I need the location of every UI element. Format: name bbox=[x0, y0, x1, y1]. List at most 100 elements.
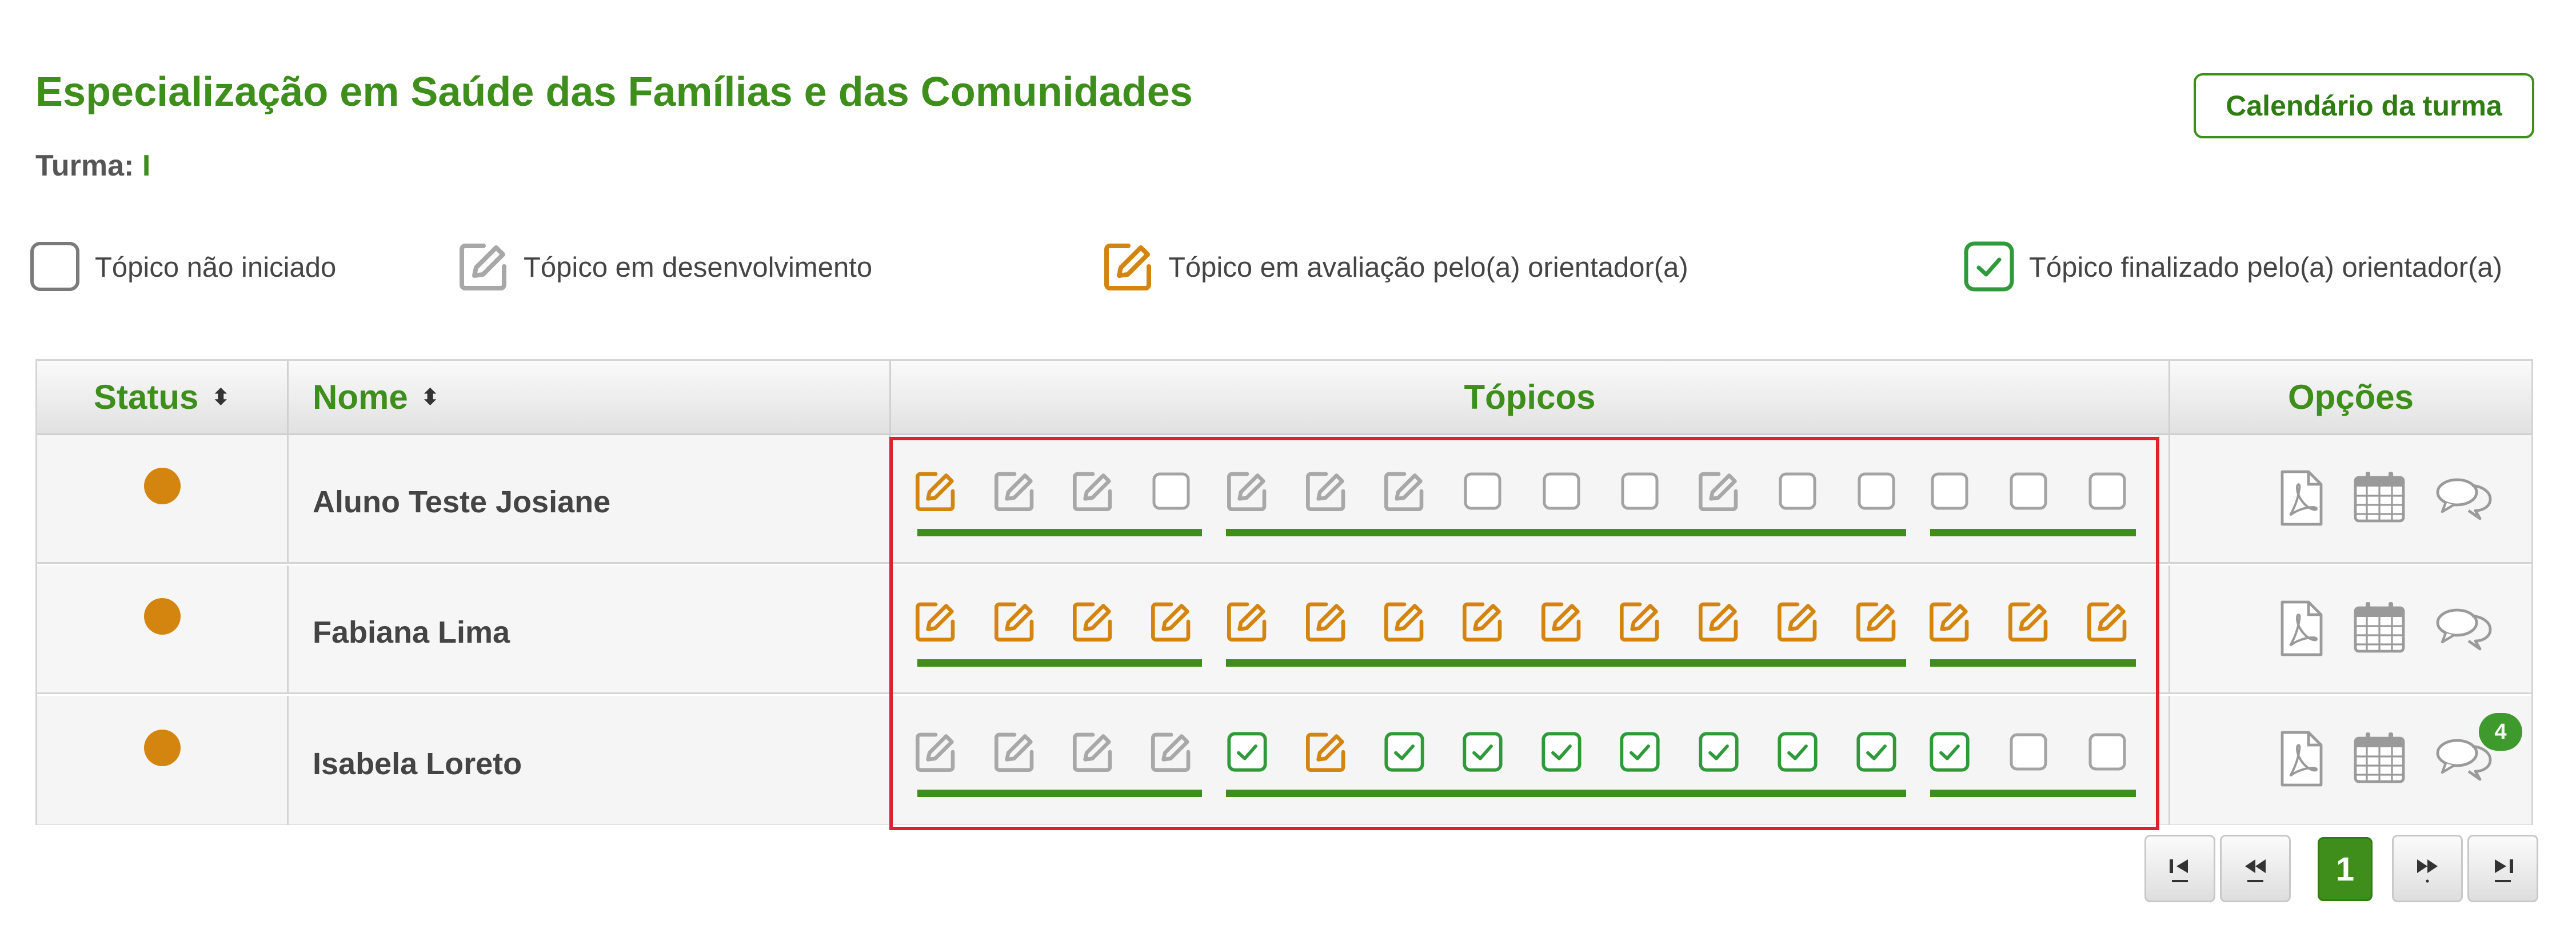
edit-orange-icon[interactable] bbox=[1775, 599, 1820, 644]
edit-orange-icon[interactable] bbox=[1854, 599, 1899, 644]
edit-orange-icon[interactable] bbox=[1927, 599, 1972, 644]
module-progress-bar bbox=[917, 659, 1202, 667]
header-topics: Tópicos bbox=[891, 361, 2170, 433]
page-title: Especialização em Saúde das Famílias e d… bbox=[35, 69, 1193, 115]
legend-item-finished: Tópico finalizado pelo(a) orientador(a) bbox=[1962, 239, 2502, 296]
edit-orange-icon[interactable] bbox=[1617, 599, 1663, 644]
empty-checkbox-icon[interactable] bbox=[1539, 468, 1584, 514]
chat-icon[interactable] bbox=[2434, 606, 2494, 651]
first-page-button[interactable] bbox=[2144, 835, 2215, 902]
edit-orange-icon[interactable] bbox=[1148, 599, 1194, 644]
edit-gray-icon bbox=[456, 239, 511, 297]
students-table: Status ⬍ Nome ⬍ Tópicos Opções Aluno Tes… bbox=[35, 359, 2533, 825]
sort-icon[interactable]: ⬍ bbox=[421, 384, 440, 411]
edit-orange-icon[interactable] bbox=[913, 468, 958, 514]
pdf-icon[interactable] bbox=[2275, 600, 2328, 658]
status-legend: Tópico não iniciado Tópico em desenvolvi… bbox=[0, 239, 2576, 308]
empty-checkbox-icon[interactable] bbox=[1617, 468, 1663, 514]
calendar-icon[interactable] bbox=[2352, 729, 2407, 786]
legend-item-developing: Tópico em desenvolvimento bbox=[456, 239, 872, 296]
empty-checkbox-icon bbox=[27, 239, 82, 297]
empty-checkbox-icon[interactable] bbox=[1460, 468, 1505, 514]
edit-orange-icon[interactable] bbox=[992, 599, 1037, 644]
edit-gray-icon[interactable] bbox=[1381, 468, 1427, 514]
edit-orange-icon[interactable] bbox=[1303, 729, 1349, 775]
module-progress-bar bbox=[1226, 529, 1906, 536]
header-status[interactable]: Status ⬍ bbox=[37, 361, 289, 433]
status-indicator bbox=[143, 729, 181, 766]
next-page-icon bbox=[2410, 849, 2445, 889]
edit-gray-icon[interactable] bbox=[1224, 468, 1270, 514]
topics-cell bbox=[891, 696, 2170, 824]
calendar-icon[interactable] bbox=[2352, 599, 2407, 656]
check-green-icon[interactable] bbox=[1381, 729, 1427, 775]
empty-checkbox-icon[interactable] bbox=[1854, 468, 1899, 514]
edit-gray-icon[interactable] bbox=[1148, 729, 1194, 775]
edit-orange-icon[interactable] bbox=[913, 599, 958, 644]
header-name-label: Nome bbox=[313, 378, 408, 416]
edit-orange-icon[interactable] bbox=[1303, 599, 1349, 644]
sort-icon[interactable]: ⬍ bbox=[211, 384, 230, 411]
check-green-icon[interactable] bbox=[1854, 729, 1899, 775]
edit-orange-icon[interactable] bbox=[1460, 599, 1505, 644]
header-name[interactable]: Nome ⬍ bbox=[289, 361, 891, 433]
pagination: 1 bbox=[2144, 835, 2539, 906]
edit-orange-icon[interactable] bbox=[1381, 599, 1427, 644]
student-name[interactable]: Fabiana Lima bbox=[289, 615, 510, 650]
empty-checkbox-icon[interactable] bbox=[1927, 468, 1972, 514]
module-progress-bar bbox=[1930, 659, 2136, 667]
options-cell: 4 bbox=[2170, 696, 2531, 824]
check-green-icon[interactable] bbox=[1775, 729, 1820, 775]
edit-orange-icon[interactable] bbox=[2006, 599, 2051, 644]
edit-gray-icon[interactable] bbox=[913, 729, 958, 775]
edit-gray-icon[interactable] bbox=[1303, 468, 1349, 514]
check-green-icon[interactable] bbox=[1696, 729, 1742, 775]
calendar-icon[interactable] bbox=[2352, 468, 2407, 525]
edit-gray-icon[interactable] bbox=[1696, 468, 1742, 514]
edit-gray-icon[interactable] bbox=[992, 468, 1037, 514]
empty-checkbox-icon[interactable] bbox=[2084, 729, 2130, 775]
module-progress-bar bbox=[1226, 790, 1906, 797]
edit-orange-icon[interactable] bbox=[1070, 599, 1116, 644]
edit-gray-icon[interactable] bbox=[1070, 729, 1116, 775]
check-green-icon[interactable] bbox=[1927, 729, 1972, 775]
legend-label: Tópico em avaliação pelo(a) orientador(a… bbox=[1168, 252, 1688, 283]
empty-checkbox-icon[interactable] bbox=[2006, 468, 2051, 514]
name-cell: Isabela Loreto bbox=[289, 696, 891, 824]
empty-checkbox-icon[interactable] bbox=[1148, 468, 1194, 514]
edit-gray-icon[interactable] bbox=[992, 729, 1037, 775]
pdf-icon[interactable] bbox=[2275, 730, 2328, 788]
table-row: Fabiana Lima bbox=[37, 565, 2531, 694]
class-label: Turma: I bbox=[35, 149, 150, 183]
module-progress-bar bbox=[917, 529, 1202, 536]
class-value: I bbox=[142, 149, 151, 182]
edit-orange-icon[interactable] bbox=[1224, 599, 1270, 644]
edit-orange-icon[interactable] bbox=[2084, 599, 2130, 644]
check-green-icon[interactable] bbox=[1617, 729, 1663, 775]
legend-label: Tópico não iniciado bbox=[95, 252, 337, 283]
edit-gray-icon[interactable] bbox=[1070, 468, 1116, 514]
check-green-icon[interactable] bbox=[1460, 729, 1505, 775]
legend-item-evaluating: Tópico em avaliação pelo(a) orientador(a… bbox=[1101, 239, 1688, 296]
check-green-icon[interactable] bbox=[1539, 729, 1584, 775]
class-label-text: Turma: bbox=[35, 149, 134, 182]
first-page-icon bbox=[2163, 849, 2197, 889]
empty-checkbox-icon[interactable] bbox=[2006, 729, 2051, 775]
next-page-button[interactable] bbox=[2392, 835, 2463, 902]
edit-orange-icon[interactable] bbox=[1539, 599, 1584, 644]
prev-page-button[interactable] bbox=[2220, 835, 2291, 902]
empty-checkbox-icon[interactable] bbox=[1775, 468, 1820, 514]
empty-checkbox-icon[interactable] bbox=[2084, 468, 2130, 514]
module-progress-bar bbox=[1226, 659, 1906, 667]
student-name[interactable]: Aluno Teste Josiane bbox=[289, 484, 610, 520]
page-1-button[interactable]: 1 bbox=[2318, 837, 2373, 901]
pdf-icon[interactable] bbox=[2275, 469, 2328, 528]
options-cell bbox=[2170, 435, 2531, 562]
check-green-icon[interactable] bbox=[1224, 729, 1270, 775]
chat-icon[interactable] bbox=[2434, 475, 2494, 521]
class-calendar-button[interactable]: Calendário da turma bbox=[2194, 73, 2534, 138]
student-name[interactable]: Isabela Loreto bbox=[289, 746, 522, 782]
edit-orange-icon[interactable] bbox=[1696, 599, 1742, 644]
last-page-button[interactable] bbox=[2467, 835, 2538, 902]
table-header: Status ⬍ Nome ⬍ Tópicos Opções bbox=[37, 361, 2531, 435]
